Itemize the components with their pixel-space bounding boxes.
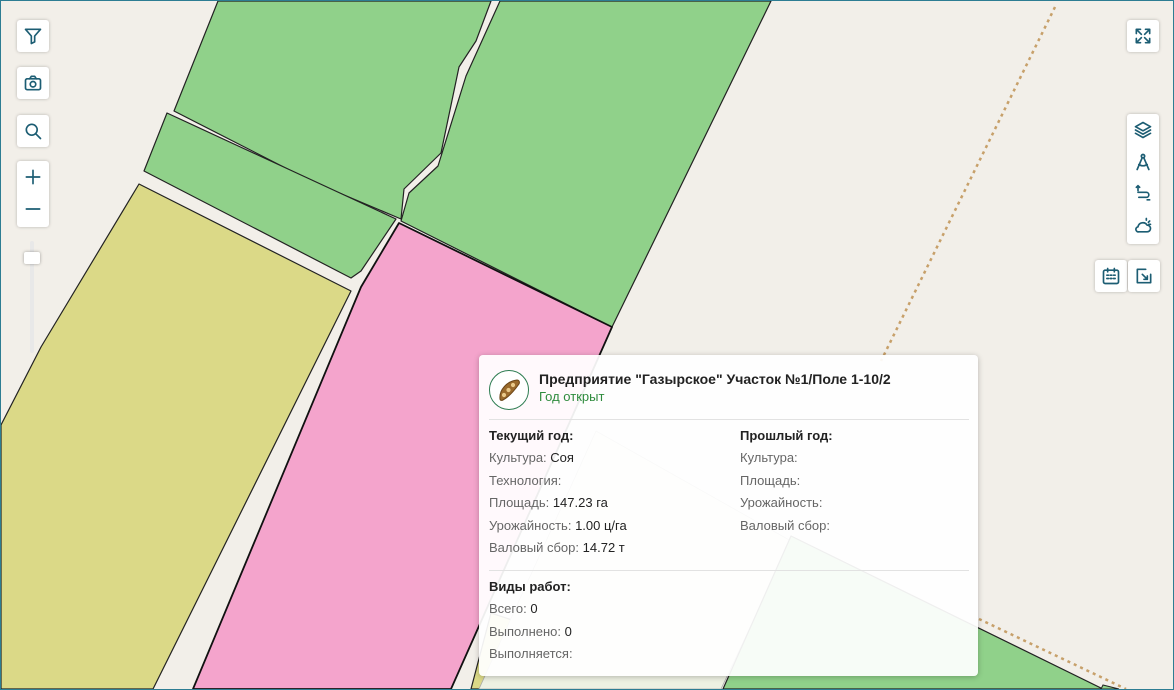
current-year-header: Текущий год: — [489, 428, 574, 443]
current-area-row: Площадь: 147.23 га — [489, 495, 608, 510]
current-yield-row: Урожайность: 1.00 ц/га — [489, 517, 627, 533]
calendar-button[interactable] — [1095, 260, 1127, 292]
zoom-out-button[interactable] — [17, 193, 49, 225]
fullscreen-icon — [1135, 28, 1151, 44]
filter-icon — [24, 28, 42, 45]
previous-culture-row: Культура: — [740, 450, 798, 465]
measure-button[interactable] — [1127, 146, 1159, 178]
weather-icon — [1135, 217, 1152, 233]
current-technology-row: Технология: — [489, 472, 562, 488]
route-icon — [1135, 184, 1151, 201]
export-button[interactable] — [1128, 260, 1160, 292]
previous-year-header: Прошлый год: — [740, 428, 833, 443]
route-button[interactable] — [1127, 178, 1159, 210]
zoom-out-icon — [25, 208, 41, 210]
map-viewport[interactable]: Предприятие "Газырское" Участок №1/Поле … — [0, 0, 1174, 690]
filter-button[interactable] — [17, 20, 49, 52]
zoom-in-icon — [25, 169, 41, 185]
zoom-slider-handle[interactable] — [24, 251, 40, 264]
previous-year-section: Прошлый год: Культура: Площадь: Урожайно… — [740, 425, 970, 537]
culture-badge — [489, 370, 529, 410]
works-header: Виды работ: — [489, 579, 571, 594]
works-in-progress-row: Выполняется: — [489, 646, 573, 661]
fullscreen-button[interactable] — [1127, 20, 1159, 52]
camera-icon — [24, 75, 42, 91]
current-year-section: Текущий год: Культура: Соя Технология: П… — [489, 425, 729, 560]
field-info-popup[interactable]: Предприятие "Газырское" Участок №1/Поле … — [479, 355, 978, 676]
popup-divider — [489, 419, 969, 420]
popup-title: Предприятие "Газырское" Участок №1/Поле … — [539, 371, 891, 387]
works-done-row: Выполнено: 0 — [489, 623, 572, 639]
search-icon — [25, 123, 42, 140]
screenshot-button[interactable] — [17, 67, 49, 99]
popup-divider-works — [489, 570, 969, 571]
popup-status: Год открыт — [539, 389, 605, 404]
previous-area-row: Площадь: — [740, 472, 801, 488]
layers-icon — [1134, 121, 1152, 139]
previous-gross-harvest-row: Валовый сбор: — [740, 517, 831, 533]
export-icon — [1136, 268, 1152, 284]
search-button[interactable] — [17, 115, 49, 147]
measure-icon — [1136, 153, 1150, 171]
weather-button[interactable] — [1127, 210, 1159, 242]
current-culture-row: Культура: Соя — [489, 450, 574, 465]
layers-button[interactable] — [1127, 114, 1159, 146]
works-section: Виды работ: Всего: 0 Выполнено: 0 Выполн… — [489, 576, 789, 666]
calendar-icon — [1102, 267, 1120, 285]
zoom-controls — [17, 161, 49, 227]
previous-yield-row: Урожайность: — [740, 495, 823, 510]
zoom-in-button[interactable] — [17, 161, 49, 193]
map-tools-group — [1127, 114, 1159, 244]
current-gross-harvest-row: Валовый сбор: 14.72 т — [489, 540, 625, 555]
soybean-icon — [499, 379, 520, 401]
works-total-row: Всего: 0 — [489, 601, 538, 616]
